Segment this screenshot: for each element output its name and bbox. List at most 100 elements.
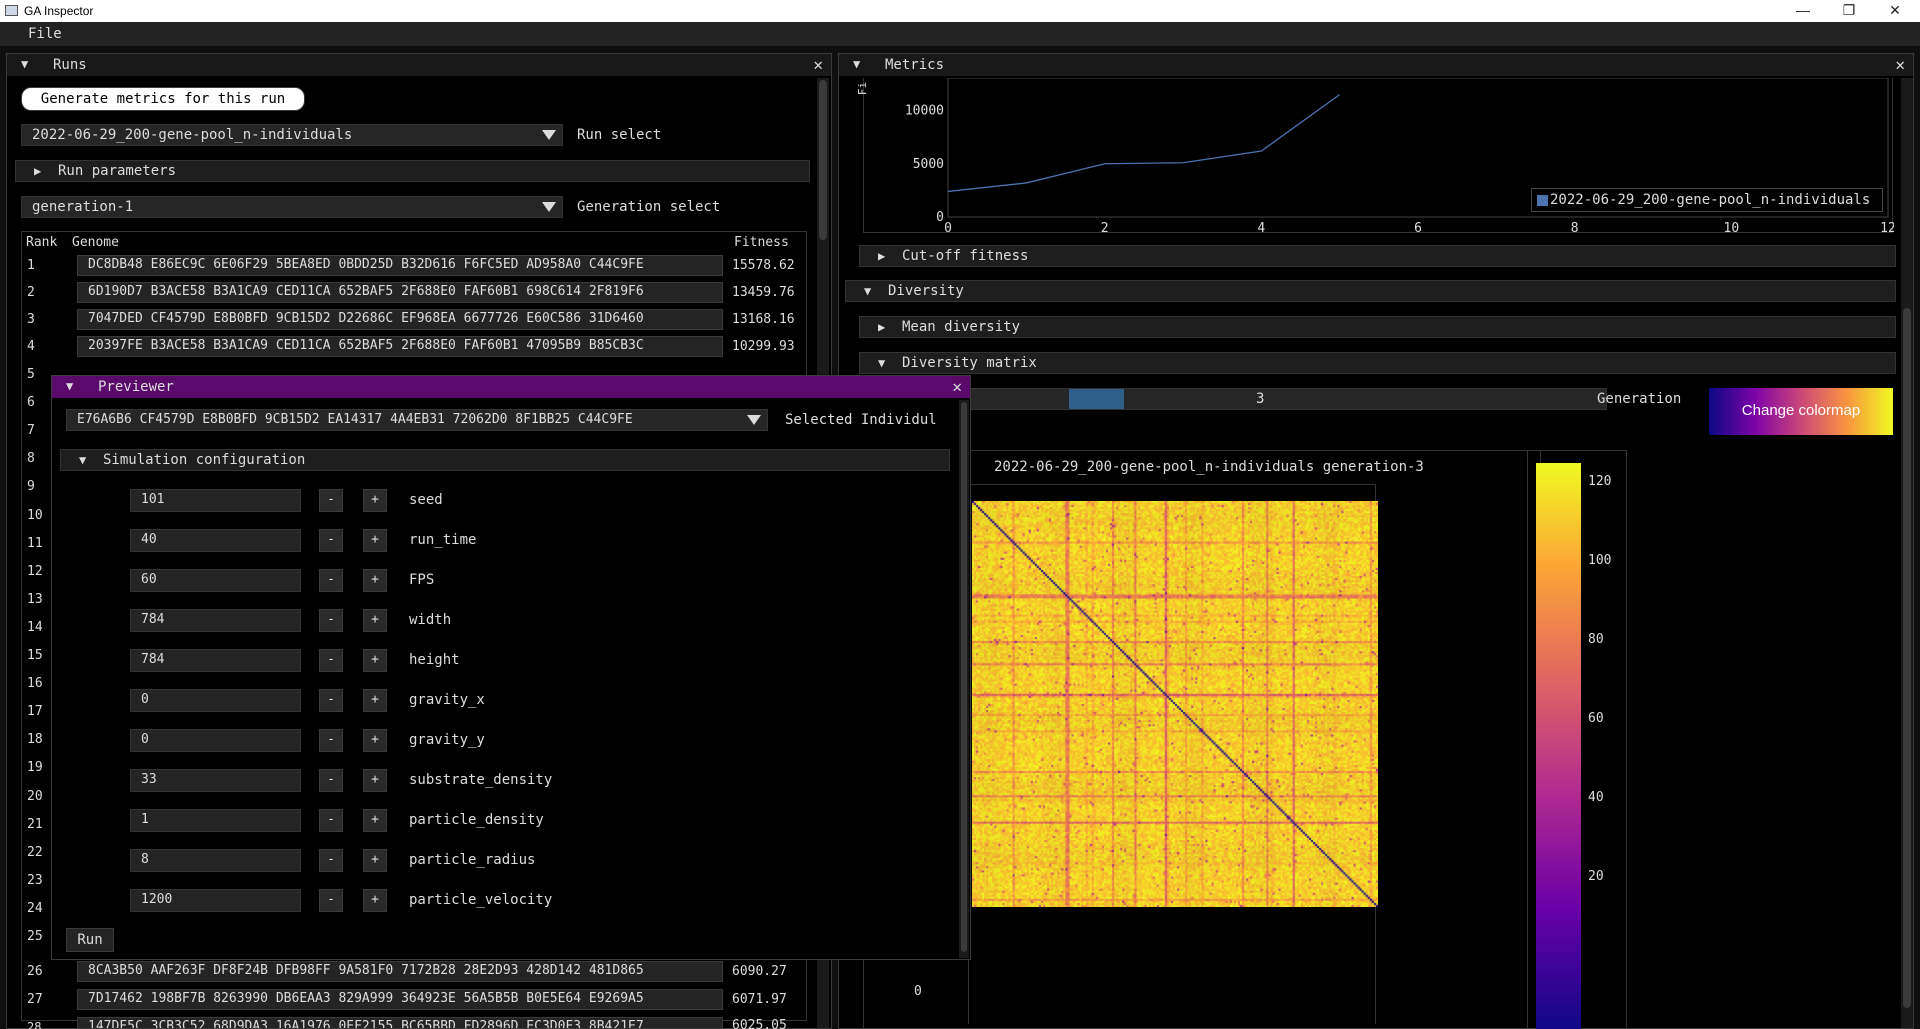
legend-swatch xyxy=(1537,195,1548,206)
table-row-rank: 11 xyxy=(27,535,43,551)
collapse-triangle-icon[interactable]: ▼ xyxy=(853,57,860,71)
run-parameters-header[interactable]: ▶ Run parameters xyxy=(15,160,810,182)
run-button[interactable]: Run xyxy=(66,928,114,952)
table-row-genome[interactable]: 7D17462 198BF7B 8263990 DB6EAA3 829A999 … xyxy=(77,989,723,1010)
generation-slider[interactable]: 3 xyxy=(873,388,1607,410)
decrement-button[interactable]: - xyxy=(319,569,343,592)
table-row-rank: 10 xyxy=(27,507,43,523)
generate-metrics-button[interactable]: Generate metrics for this run xyxy=(21,87,305,111)
decrement-button[interactable]: - xyxy=(319,489,343,512)
menu-file[interactable]: File xyxy=(28,26,62,42)
param-input-height[interactable]: 784 xyxy=(130,649,301,672)
decrement-button[interactable]: - xyxy=(319,849,343,872)
sim-config-header[interactable]: ▼ Simulation configuration xyxy=(60,449,950,471)
collapse-triangle-icon: ▼ xyxy=(79,453,87,467)
runs-scrollbar-thumb[interactable] xyxy=(819,80,827,240)
chart-legend: 2022-06-29_200-gene-pool_n-individuals xyxy=(1531,188,1883,212)
diversity-header[interactable]: ▼ Diversity xyxy=(845,280,1896,302)
previewer-window-header[interactable]: ▼ Previewer ✕ xyxy=(52,376,970,398)
run-select-combo[interactable]: 2022-06-29_200-gene-pool_n-individuals xyxy=(21,124,563,146)
colorbar-tick: 20 xyxy=(1588,869,1604,884)
chevron-down-icon xyxy=(747,415,761,425)
param-input-run-time[interactable]: 40 xyxy=(130,529,301,552)
colorbar-tick: 120 xyxy=(1588,474,1612,489)
cutoff-fitness-header[interactable]: ▶ Cut-off fitness xyxy=(859,245,1896,267)
close-icon[interactable]: ✕ xyxy=(1895,55,1905,74)
decrement-button[interactable]: - xyxy=(319,809,343,832)
table-row-genome[interactable]: DC8DB48 E86EC9C 6E06F29 5BEA8ED 0BDD25D … xyxy=(77,255,723,276)
decrement-button[interactable]: - xyxy=(319,649,343,672)
param-input-particle-radius[interactable]: 8 xyxy=(130,849,301,872)
param-input-particle-density[interactable]: 1 xyxy=(130,809,301,832)
increment-button[interactable]: + xyxy=(363,489,387,512)
close-icon[interactable]: ✕ xyxy=(813,55,823,74)
diversity-heatmap xyxy=(972,501,1378,907)
table-row-rank: 17 xyxy=(27,704,43,720)
table-row-rank: 7 xyxy=(27,423,35,439)
collapse-triangle-icon[interactable]: ▼ xyxy=(66,379,73,393)
table-row-genome[interactable]: 8CA3B50 AAF263F DF8F24B DFB98FF 9A581F0 … xyxy=(77,961,723,982)
table-row-rank: 5 xyxy=(27,367,35,382)
metrics-scrollbar-thumb[interactable] xyxy=(1903,308,1911,1008)
decrement-button[interactable]: - xyxy=(319,729,343,752)
increment-button[interactable]: + xyxy=(363,649,387,672)
close-icon[interactable]: ✕ xyxy=(952,377,962,396)
param-input-particle-velocity[interactable]: 1200 xyxy=(130,889,301,912)
selected-individual-combo[interactable]: E76A6B6 CF4579D E8B0BFD 9CB15D2 EA14317 … xyxy=(66,409,768,431)
param-input-width[interactable]: 784 xyxy=(130,609,301,632)
table-row-genome[interactable]: 20397FE B3ACE58 B3A1CA9 CED11CA 652BAF5 … xyxy=(77,336,723,357)
increment-button[interactable]: + xyxy=(363,609,387,632)
chevron-down-icon xyxy=(542,202,556,212)
param-input-gravity-x[interactable]: 0 xyxy=(130,689,301,712)
previewer-scrollbar-thumb[interactable] xyxy=(961,402,967,952)
table-row-fitness: 10299.93 xyxy=(732,339,795,354)
increment-button[interactable]: + xyxy=(363,529,387,552)
previewer-scrollbar[interactable] xyxy=(959,400,969,958)
slider-grab[interactable] xyxy=(1069,389,1124,409)
table-row-genome[interactable]: 6D190D7 B3ACE58 B3A1CA9 CED11CA 652BAF5 … xyxy=(77,282,723,303)
increment-button[interactable]: + xyxy=(363,769,387,792)
increment-button[interactable]: + xyxy=(363,569,387,592)
param-input-seed[interactable]: 101 xyxy=(130,489,301,512)
series-line xyxy=(948,95,1340,192)
increment-button[interactable]: + xyxy=(363,849,387,872)
minimize-button[interactable]: — xyxy=(1780,0,1826,22)
collapse-triangle-icon[interactable]: ▼ xyxy=(21,57,28,71)
table-row-rank: 12 xyxy=(27,563,43,579)
x-tick-label: 2 xyxy=(1101,221,1109,233)
increment-button[interactable]: + xyxy=(363,729,387,752)
x-tick-label: 8 xyxy=(1571,221,1579,233)
decrement-button[interactable]: - xyxy=(319,609,343,632)
param-input-fps[interactable]: 60 xyxy=(130,569,301,592)
change-colormap-button[interactable]: Change colormap xyxy=(1709,388,1893,435)
metrics-scrollbar[interactable] xyxy=(1901,78,1913,1028)
decrement-button[interactable]: - xyxy=(319,889,343,912)
chevron-down-icon xyxy=(542,130,556,140)
colorbar-gradient xyxy=(1536,463,1581,1029)
metrics-window: ▼ Metrics ✕ 0 2 4 6 8 10 12 0 5000 10000 2022-06-… xyxy=(838,53,1914,1029)
table-row-rank: 19 xyxy=(27,760,43,776)
table-row-fitness: 6025.05 xyxy=(732,1018,787,1029)
app-icon xyxy=(5,5,18,16)
table-row-fitness: 15578.62 xyxy=(732,258,795,273)
generation-select-combo[interactable]: generation-1 xyxy=(21,196,563,218)
mean-diversity-header[interactable]: ▶ Mean diversity xyxy=(859,316,1896,338)
diversity-matrix-header[interactable]: ▼ Diversity matrix xyxy=(859,352,1896,374)
param-label: run_time xyxy=(409,532,477,548)
close-window-button[interactable]: ✕ xyxy=(1872,0,1918,22)
mean-diversity-label: Mean diversity xyxy=(902,319,1021,335)
param-input-gravity-y[interactable]: 0 xyxy=(130,729,301,752)
expand-triangle-icon: ▶ xyxy=(34,164,42,178)
increment-button[interactable]: + xyxy=(363,809,387,832)
decrement-button[interactable]: - xyxy=(319,689,343,712)
increment-button[interactable]: + xyxy=(363,889,387,912)
table-row-genome[interactable]: 147DF5C 3CB3C52 68D9DA3 16A1976 0EF2155 … xyxy=(77,1017,723,1029)
table-row-fitness: 13168.16 xyxy=(732,312,795,327)
increment-button[interactable]: + xyxy=(363,689,387,712)
param-input-substrate-density[interactable]: 33 xyxy=(130,769,301,792)
col-rank-header: Rank xyxy=(26,235,58,250)
decrement-button[interactable]: - xyxy=(319,529,343,552)
restore-button[interactable]: ❐ xyxy=(1826,0,1872,22)
decrement-button[interactable]: - xyxy=(319,769,343,792)
table-row-genome[interactable]: 7047DED CF4579D E8B0BFD 9CB15D2 D22686C … xyxy=(77,309,723,330)
